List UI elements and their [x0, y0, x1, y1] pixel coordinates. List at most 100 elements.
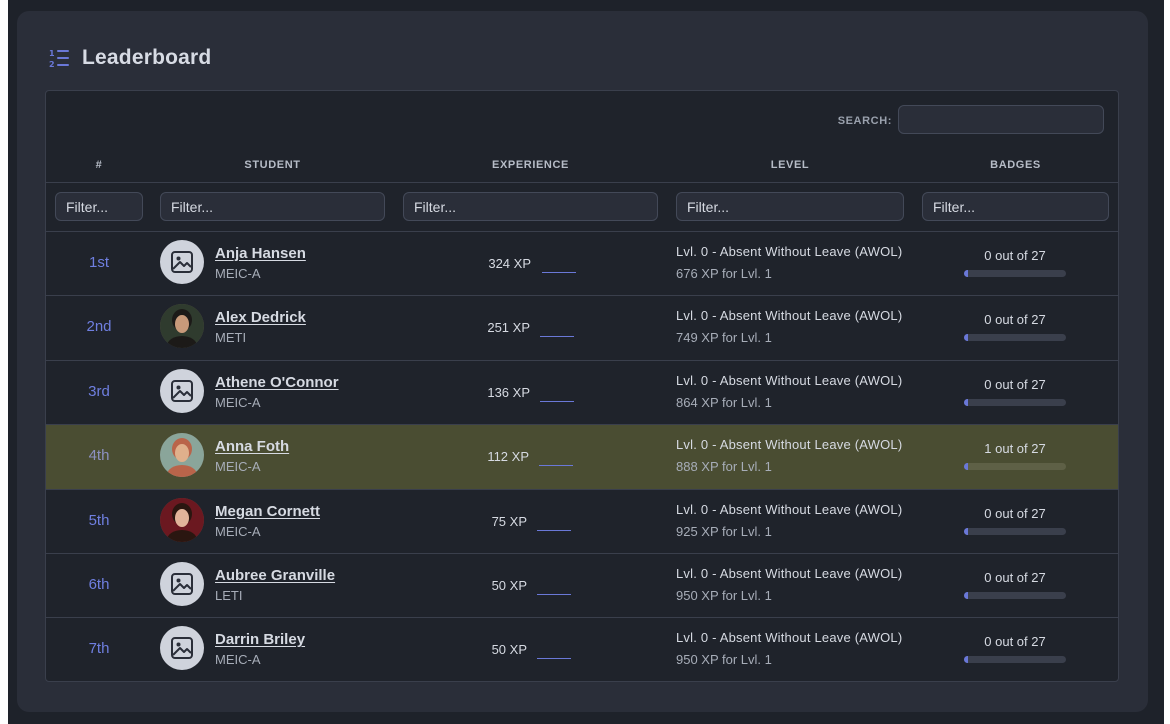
student-name-link[interactable]: Darrin Briley: [215, 631, 305, 648]
avatar: [160, 304, 204, 349]
avatar: [160, 240, 204, 284]
student-name-link[interactable]: Megan Cornett: [215, 503, 320, 520]
badges-progress-bar: [964, 591, 1066, 599]
placeholder-image-icon: [171, 251, 193, 273]
experience-progress-bar: [542, 272, 576, 273]
column-header-level[interactable]: LEVEL: [676, 159, 904, 171]
user-photo: [160, 433, 204, 478]
student-name-link[interactable]: Aubree Granville: [215, 567, 335, 584]
table-row: 7th Darrin Briley MEIC-A 50 XP Lvl. 0 - Abse…: [46, 618, 1118, 681]
search-input[interactable]: [898, 105, 1104, 134]
badges-progress-fill: [964, 591, 968, 599]
table-row: 2nd Alex Dedrick METI 251 XP Lvl. 0 - Absent…: [46, 296, 1118, 361]
experience-value: 112 XP: [487, 449, 529, 465]
level-name: Lvl. 0 - Absent Without Leave (AWOL): [676, 437, 903, 453]
rank-cell: 5th: [88, 511, 110, 529]
badges-progress-bar: [964, 656, 1066, 664]
table-row: 3rd Athene O'Connor MEIC-A 136 XP Lvl. 0 - A…: [46, 361, 1118, 426]
badges-progress-bar: [964, 334, 1066, 342]
rank-filter-input[interactable]: [55, 192, 143, 221]
rank-cell: 4th: [88, 447, 110, 465]
column-header-student[interactable]: STUDENT: [160, 159, 385, 171]
experience-value: 136 XP: [487, 384, 530, 400]
avatar: [160, 368, 204, 413]
leaderboard-table: SEARCH: # STUDENT EXPERIENCE LEVEL BADGE…: [45, 90, 1119, 682]
placeholder-image-icon: [171, 379, 193, 402]
badges-progress-fill: [964, 656, 968, 664]
badges-count: 0 out of 27: [984, 634, 1046, 650]
badges-filter-input[interactable]: [922, 192, 1109, 221]
experience-progress-bar: [540, 400, 574, 402]
experience-progress-bar: [540, 336, 574, 338]
level-name: Lvl. 0 - Absent Without Leave (AWOL): [676, 501, 903, 517]
experience-progress-bar: [537, 658, 571, 660]
experience-filter-input[interactable]: [403, 192, 658, 221]
rank-cell: 7th: [88, 640, 110, 658]
level-name: Lvl. 0 - Absent Without Leave (AWOL): [676, 308, 903, 324]
avatar: [160, 433, 204, 478]
badges-progress-bar: [964, 398, 1066, 406]
student-course: MEIC-A: [215, 266, 261, 281]
badges-progress-fill: [964, 334, 968, 342]
level-name: Lvl. 0 - Absent Without Leave (AWOL): [676, 630, 903, 646]
column-header-badges[interactable]: BADGES: [922, 159, 1109, 171]
avatar: [160, 561, 204, 606]
next-level-requirement: 888 XP for Lvl. 1: [676, 459, 772, 475]
student-course: MEIC-A: [215, 523, 261, 539]
next-level-requirement: 925 XP for Lvl. 1: [676, 523, 772, 539]
experience-progress-bar: [539, 465, 573, 467]
badges-count: 1 out of 27: [984, 441, 1046, 457]
svg-text:1: 1: [49, 49, 55, 58]
next-level-requirement: 864 XP for Lvl. 1: [676, 394, 772, 410]
divider: [46, 182, 1118, 183]
badges-count: 0 out of 27: [984, 376, 1046, 392]
student-name-link[interactable]: Anja Hansen: [215, 245, 306, 262]
next-level-requirement: 950 XP for Lvl. 1: [676, 652, 772, 668]
level-name: Lvl. 0 - Absent Without Leave (AWOL): [676, 372, 903, 388]
badges-progress-fill: [964, 463, 968, 471]
user-photo: [160, 304, 204, 349]
column-header-experience[interactable]: EXPERIENCE: [403, 159, 658, 171]
level-name: Lvl. 0 - Absent Without Leave (AWOL): [676, 244, 903, 259]
table-body: 1st Anja Hansen MEIC-A 324 XP Lvl. 0 - Absen…: [46, 232, 1118, 681]
page-header: 1 2 Leaderboard: [48, 44, 211, 72]
experience-progress-bar: [537, 529, 571, 531]
page-title: Leaderboard: [82, 46, 212, 69]
experience-value: 50 XP: [491, 642, 527, 658]
rank-cell: 6th: [88, 575, 110, 593]
badges-count: 0 out of 27: [984, 505, 1046, 521]
student-course: MEIC-A: [215, 459, 261, 475]
svg-text:2: 2: [49, 60, 55, 69]
student-course: MEIC-A: [215, 652, 261, 668]
student-name-link[interactable]: Anna Foth: [215, 438, 289, 455]
avatar: [160, 626, 204, 671]
experience-progress-bar: [537, 593, 571, 595]
table-row: 4th Anna Foth MEIC-A 112 XP Lvl. 0 - Absent …: [46, 425, 1118, 490]
badges-progress-fill: [964, 270, 968, 277]
badges-progress-fill: [964, 527, 968, 535]
level-filter-input[interactable]: [676, 192, 904, 221]
avatar: [160, 497, 204, 542]
user-photo: [160, 497, 204, 542]
next-level-requirement: 950 XP for Lvl. 1: [676, 587, 772, 603]
badges-count: 0 out of 27: [984, 569, 1046, 585]
experience-value: 50 XP: [491, 577, 527, 593]
table-row: 6th Aubree Granville LETI 50 XP Lvl. 0 - Abs…: [46, 554, 1118, 619]
search-label: SEARCH:: [837, 115, 892, 127]
placeholder-image-icon: [171, 637, 193, 660]
rank-cell: 2nd: [86, 318, 112, 336]
next-level-requirement: 676 XP for Lvl. 1: [676, 266, 772, 281]
column-header-rank[interactable]: #: [46, 159, 152, 171]
rank-cell: 1st: [88, 254, 109, 271]
badges-count: 0 out of 27: [984, 312, 1046, 328]
experience-value: 324 XP: [488, 256, 531, 271]
rank-cell: 3rd: [88, 382, 110, 400]
student-course: MEIC-A: [215, 394, 261, 410]
student-name-link[interactable]: Alex Dedrick: [215, 309, 306, 326]
student-course: LETI: [215, 587, 243, 603]
ordered-list-icon: 1 2: [49, 49, 69, 69]
student-filter-input[interactable]: [160, 192, 385, 221]
student-name-link[interactable]: Athene O'Connor: [215, 374, 339, 391]
badges-count: 0 out of 27: [984, 248, 1046, 263]
table-row: 5th Megan Cornett MEIC-A 75 XP Lvl. 0 - Abse…: [46, 490, 1118, 554]
